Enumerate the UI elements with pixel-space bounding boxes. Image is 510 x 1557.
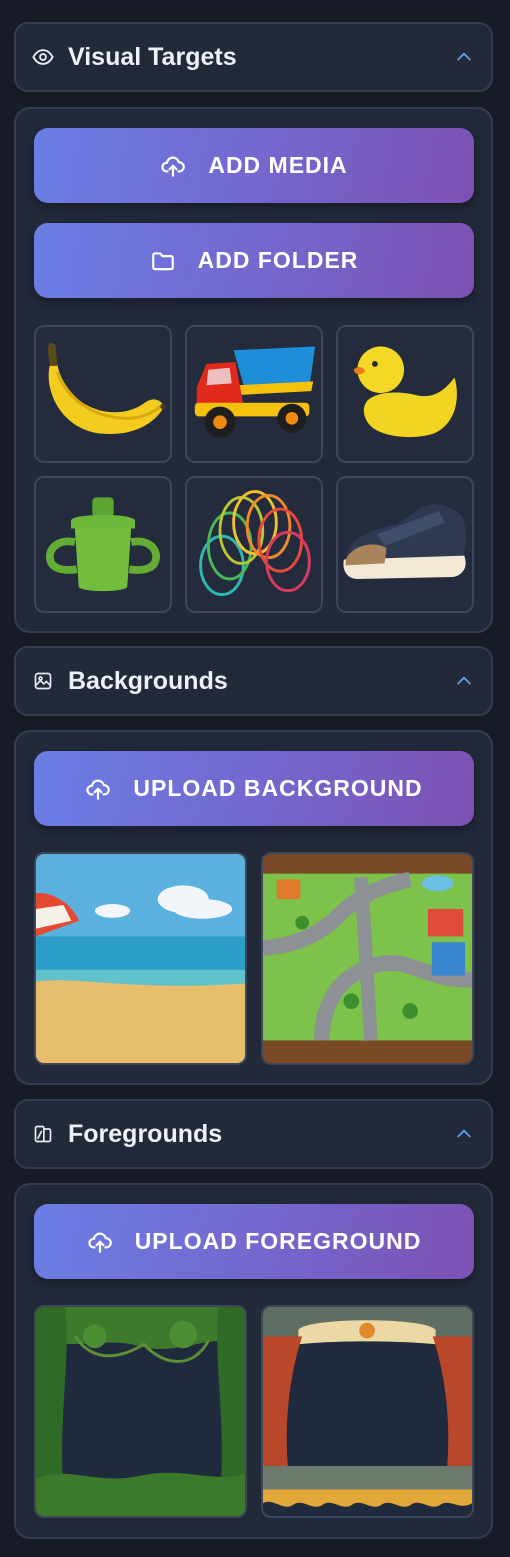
background-thumb-beach[interactable] <box>34 852 247 1065</box>
rubber-duck-image <box>353 346 457 438</box>
background-thumb-play-mat[interactable] <box>261 852 474 1065</box>
backgrounds-title: Backgrounds <box>68 666 228 695</box>
target-thumb-banana[interactable] <box>34 325 172 463</box>
upload-background-button[interactable]: UPLOAD BACKGROUND <box>34 751 474 826</box>
cloud-upload-icon <box>87 1229 113 1255</box>
visual-targets-header[interactable]: Visual Targets <box>14 22 493 92</box>
target-thumb-rubber-duck[interactable] <box>336 325 474 463</box>
eye-icon <box>32 46 54 68</box>
folder-icon <box>150 248 176 274</box>
chevron-up-icon[interactable] <box>453 670 475 692</box>
target-thumb-slinky[interactable] <box>185 476 323 613</box>
puppet-theater-image <box>263 1307 472 1516</box>
foreground-thumb-jungle[interactable] <box>34 1305 247 1518</box>
add-media-button[interactable]: ADD MEDIA <box>34 128 474 203</box>
foregrounds-title: Foregrounds <box>68 1119 223 1148</box>
target-thumb-sneaker[interactable] <box>336 476 474 613</box>
beach-image <box>36 854 245 1063</box>
target-thumb-sippy-cup[interactable] <box>34 476 172 613</box>
visual-targets-panel: ADD MEDIA ADD FOLDER <box>14 107 493 633</box>
target-thumb-toy-truck[interactable] <box>185 325 323 463</box>
backgrounds-header[interactable]: Backgrounds <box>14 646 493 716</box>
layers-icon <box>32 1123 54 1145</box>
cloud-upload-icon <box>85 776 111 802</box>
upload-background-label: UPLOAD BACKGROUND <box>133 775 423 801</box>
chevron-up-icon[interactable] <box>453 46 475 68</box>
upload-foreground-button[interactable]: UPLOAD FOREGROUND <box>34 1204 474 1279</box>
banana-image <box>47 342 167 435</box>
foregrounds-panel: UPLOAD FOREGROUND <box>14 1183 493 1539</box>
toy-truck-image <box>194 346 316 438</box>
add-media-label: ADD MEDIA <box>208 152 348 178</box>
add-folder-label: ADD FOLDER <box>197 247 359 273</box>
cloud-upload-icon <box>160 153 186 179</box>
jungle-frame-image <box>36 1307 245 1516</box>
backgrounds-panel: UPLOAD BACKGROUND <box>14 730 493 1085</box>
add-folder-button[interactable]: ADD FOLDER <box>34 223 474 298</box>
foregrounds-header[interactable]: Foregrounds <box>14 1099 493 1169</box>
sippy-cup-image <box>46 497 160 592</box>
foreground-thumb-puppet-theater[interactable] <box>261 1305 474 1518</box>
upload-foreground-label: UPLOAD FOREGROUND <box>134 1228 422 1254</box>
image-icon <box>32 670 54 692</box>
chevron-up-icon[interactable] <box>453 1123 475 1145</box>
rainbow-slinky-image <box>199 490 311 596</box>
play-mat-image <box>263 854 472 1063</box>
sneaker-image <box>343 504 466 579</box>
visual-targets-title: Visual Targets <box>68 42 237 71</box>
